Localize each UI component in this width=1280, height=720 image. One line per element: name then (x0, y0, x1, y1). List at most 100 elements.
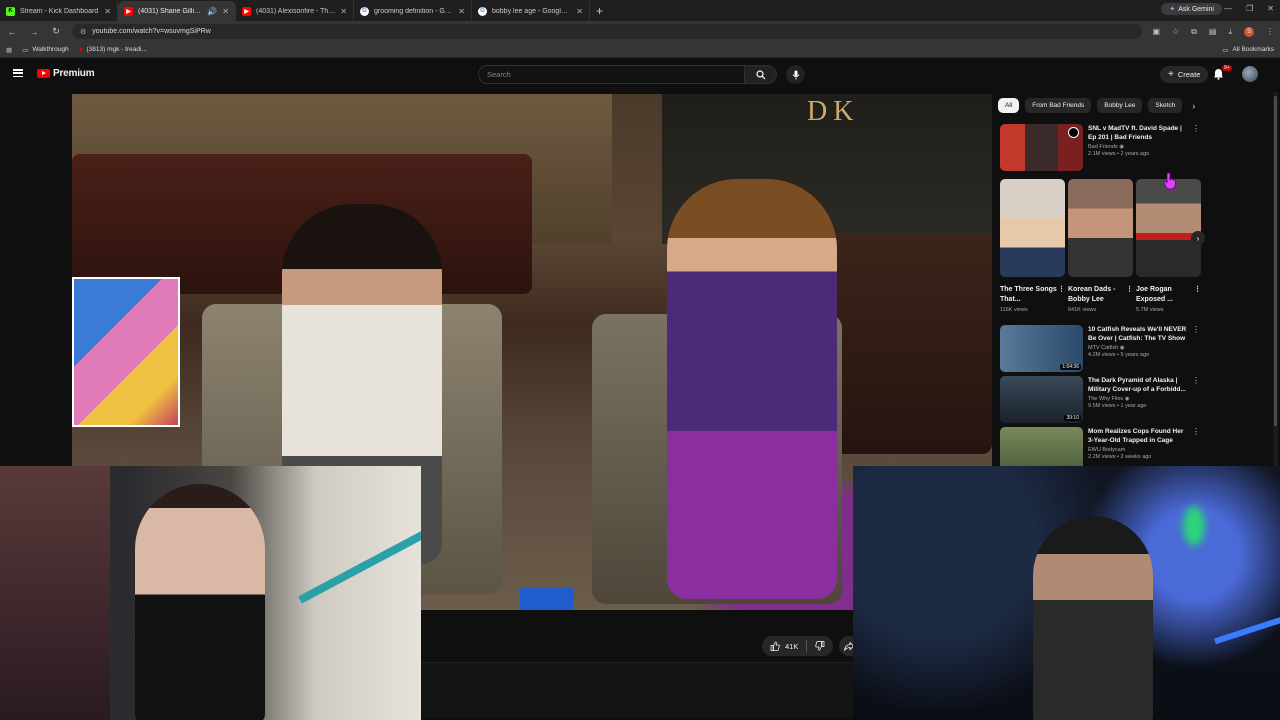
more-options-icon[interactable]: ⋮ (1126, 285, 1133, 305)
all-bookmarks-button[interactable]: ▭ All Bookmarks (1222, 46, 1274, 54)
channel-name[interactable]: MTV Catfish ◉ (1088, 345, 1190, 351)
new-tab-button[interactable]: + (590, 1, 609, 21)
short-title[interactable]: The Three Songs That... (1000, 285, 1058, 305)
chevron-right-icon[interactable]: › (1192, 101, 1195, 111)
video-thumbnail[interactable] (1000, 124, 1083, 171)
chip-bobby-lee[interactable]: Bobby Lee (1097, 98, 1143, 113)
video-thumbnail[interactable]: 1:04:36 (1000, 325, 1083, 372)
ask-gemini-button[interactable]: ✦ Ask Gemini (1161, 3, 1222, 15)
close-tab-icon[interactable]: ✕ (340, 7, 347, 16)
more-options-icon[interactable]: ⋮ (1192, 124, 1200, 133)
close-tab-icon[interactable]: ✕ (576, 7, 583, 16)
tab-title: Stream - Kick Dashboard (20, 7, 99, 15)
bookmark-item[interactable]: ▭ Walkthrough (22, 46, 68, 54)
microphone-icon (792, 70, 799, 79)
page-scrollbar[interactable] (1273, 92, 1278, 472)
video-overlay-badge (520, 588, 574, 610)
short-views: 116K views (1000, 307, 1028, 313)
chip-all[interactable]: All (998, 98, 1020, 113)
short-title[interactable]: Korean Dads - Bobby Lee (1068, 285, 1126, 305)
recommended-video[interactable]: 39:10 The Dark Pyramid of Alaska | Milit… (1000, 376, 1200, 423)
back-icon[interactable]: ← (6, 27, 18, 37)
short-thumbnail[interactable] (1068, 179, 1133, 277)
channel-name[interactable]: The Why Files ◉ (1088, 396, 1190, 402)
like-count[interactable]: 41K (785, 642, 798, 651)
chip-sketch[interactable]: Sketch (1148, 98, 1183, 113)
folder-icon: ▭ (22, 46, 29, 54)
voice-search-button[interactable] (786, 65, 805, 84)
channel-name[interactable]: Bad Friends ◉ (1088, 144, 1190, 150)
browser-tab-active[interactable]: ▶ (4031) Shane Gillis Confron 🔊 ✕ (118, 1, 236, 21)
video-title[interactable]: The Dark Pyramid of Alaska | Military Co… (1088, 376, 1190, 394)
search-input[interactable]: Search (478, 65, 745, 84)
audio-icon[interactable]: 🔊 (207, 7, 217, 16)
short-thumbnail[interactable] (1136, 179, 1201, 277)
url-field[interactable]: ⚙ youtube.com/watch?v=wsuvmgSiPRw (72, 24, 1143, 39)
bookmark-star-icon[interactable]: ☆ (1172, 27, 1179, 36)
dislike-icon[interactable] (815, 641, 825, 651)
more-options-icon[interactable]: ⋮ (1194, 285, 1201, 305)
video-title[interactable]: Mom Realizes Cops Found Her 3-Year-Old T… (1088, 427, 1190, 445)
install-app-icon[interactable]: ▣ (1152, 27, 1160, 36)
watch-later-icon[interactable] (1068, 127, 1079, 138)
browser-tab[interactable]: K Stream - Kick Dashboard ✕ (0, 1, 118, 21)
folder-icon: ▭ (1222, 46, 1229, 54)
channel-name[interactable]: EWU Bodycam (1088, 447, 1190, 453)
close-tab-icon[interactable]: ✕ (222, 7, 229, 16)
more-options-icon[interactable]: ⋮ (1192, 376, 1200, 385)
maximize-icon[interactable]: ❐ (1246, 4, 1253, 13)
recommended-video[interactable]: SNL v MadTV ft. David Spade | Ep 201 | B… (1000, 124, 1200, 171)
browser-tab[interactable]: G bobby lee age - Google Search ✕ (472, 1, 590, 21)
youtube-icon: ▶ (242, 6, 251, 16)
close-tab-icon[interactable]: ✕ (458, 7, 465, 16)
like-icon[interactable] (770, 641, 780, 651)
downloads-icon[interactable]: ⤓ (1228, 27, 1232, 37)
shorts-next-button[interactable]: › (1191, 231, 1205, 245)
short-item[interactable]: The Three Songs That... ⋮ 116K views (1000, 179, 1065, 313)
bookmark-item[interactable]: ● (3813) mgk - treadi... (79, 46, 147, 53)
site-info-icon[interactable]: ⚙ (80, 28, 86, 36)
account-avatar[interactable] (1242, 66, 1258, 82)
create-button[interactable]: + Create (1160, 66, 1209, 83)
video-stats: 2.1M views • 2 years ago (1088, 151, 1150, 157)
extensions-icon[interactable]: ⧉ (1191, 27, 1197, 37)
video-meta: 10 Catfish Reveals We'll NEVER Be Over |… (1088, 325, 1200, 372)
more-options-icon[interactable]: ⋮ (1192, 325, 1200, 334)
close-window-icon[interactable]: ✕ (1267, 4, 1274, 13)
short-item[interactable]: Joe Rogan Exposed ... ⋮ 5.7M views (1136, 179, 1201, 313)
close-tab-icon[interactable]: ✕ (104, 7, 111, 16)
recommended-video[interactable]: 1:04:36 10 Catfish Reveals We'll NEVER B… (1000, 325, 1200, 372)
menu-icon[interactable] (13, 69, 23, 77)
more-options-icon[interactable]: ⋮ (1192, 427, 1200, 436)
short-title[interactable]: Joe Rogan Exposed ... (1136, 285, 1194, 305)
video-stats: 4.2M views • 5 years ago (1088, 352, 1150, 358)
minimize-icon[interactable]: — (1224, 4, 1232, 13)
chip-from-bad-friends[interactable]: From Bad Friends (1025, 98, 1092, 113)
browser-tab[interactable]: ▶ (4031) Alexisonfire - This Could ✕ (236, 1, 354, 21)
divider (806, 640, 808, 652)
video-title[interactable]: 10 Catfish Reveals We'll NEVER Be Over |… (1088, 325, 1190, 343)
forward-icon[interactable]: → (28, 27, 40, 37)
search-button[interactable] (745, 65, 777, 84)
reload-icon[interactable]: ↻ (50, 26, 62, 37)
video-thumbnail[interactable]: 39:10 (1000, 376, 1083, 423)
short-item[interactable]: Korean Dads - Bobby Lee ⋮ 641K views (1068, 179, 1133, 313)
verified-icon: ◉ (1119, 144, 1124, 150)
video-title[interactable]: SNL v MadTV ft. David Spade | Ep 201 | B… (1088, 124, 1190, 142)
sidebar-icon[interactable]: ▤ (1209, 27, 1217, 36)
youtube-icon: ● (78, 46, 83, 53)
short-views: 5.7M views (1136, 307, 1164, 313)
notification-count-badge: 9+ (1222, 65, 1232, 71)
browser-menu-icon[interactable]: ⋮ (1266, 27, 1274, 36)
youtube-logo[interactable]: Premium (37, 68, 95, 79)
short-thumbnail[interactable] (1000, 179, 1065, 277)
bookmark-label: Walkthrough (32, 46, 69, 53)
browser-tab[interactable]: G grooming definition - Google S ✕ (354, 1, 472, 21)
webcam-right (853, 466, 1280, 720)
profile-avatar[interactable]: S (1244, 26, 1254, 37)
more-options-icon[interactable]: ⋮ (1058, 285, 1065, 305)
scrollbar-thumb[interactable] (1274, 96, 1277, 426)
apps-grid-icon[interactable]: ▦ (6, 46, 12, 54)
webcam-mic-arm (298, 530, 421, 604)
video-meta: SNL v MadTV ft. David Spade | Ep 201 | B… (1088, 124, 1200, 171)
